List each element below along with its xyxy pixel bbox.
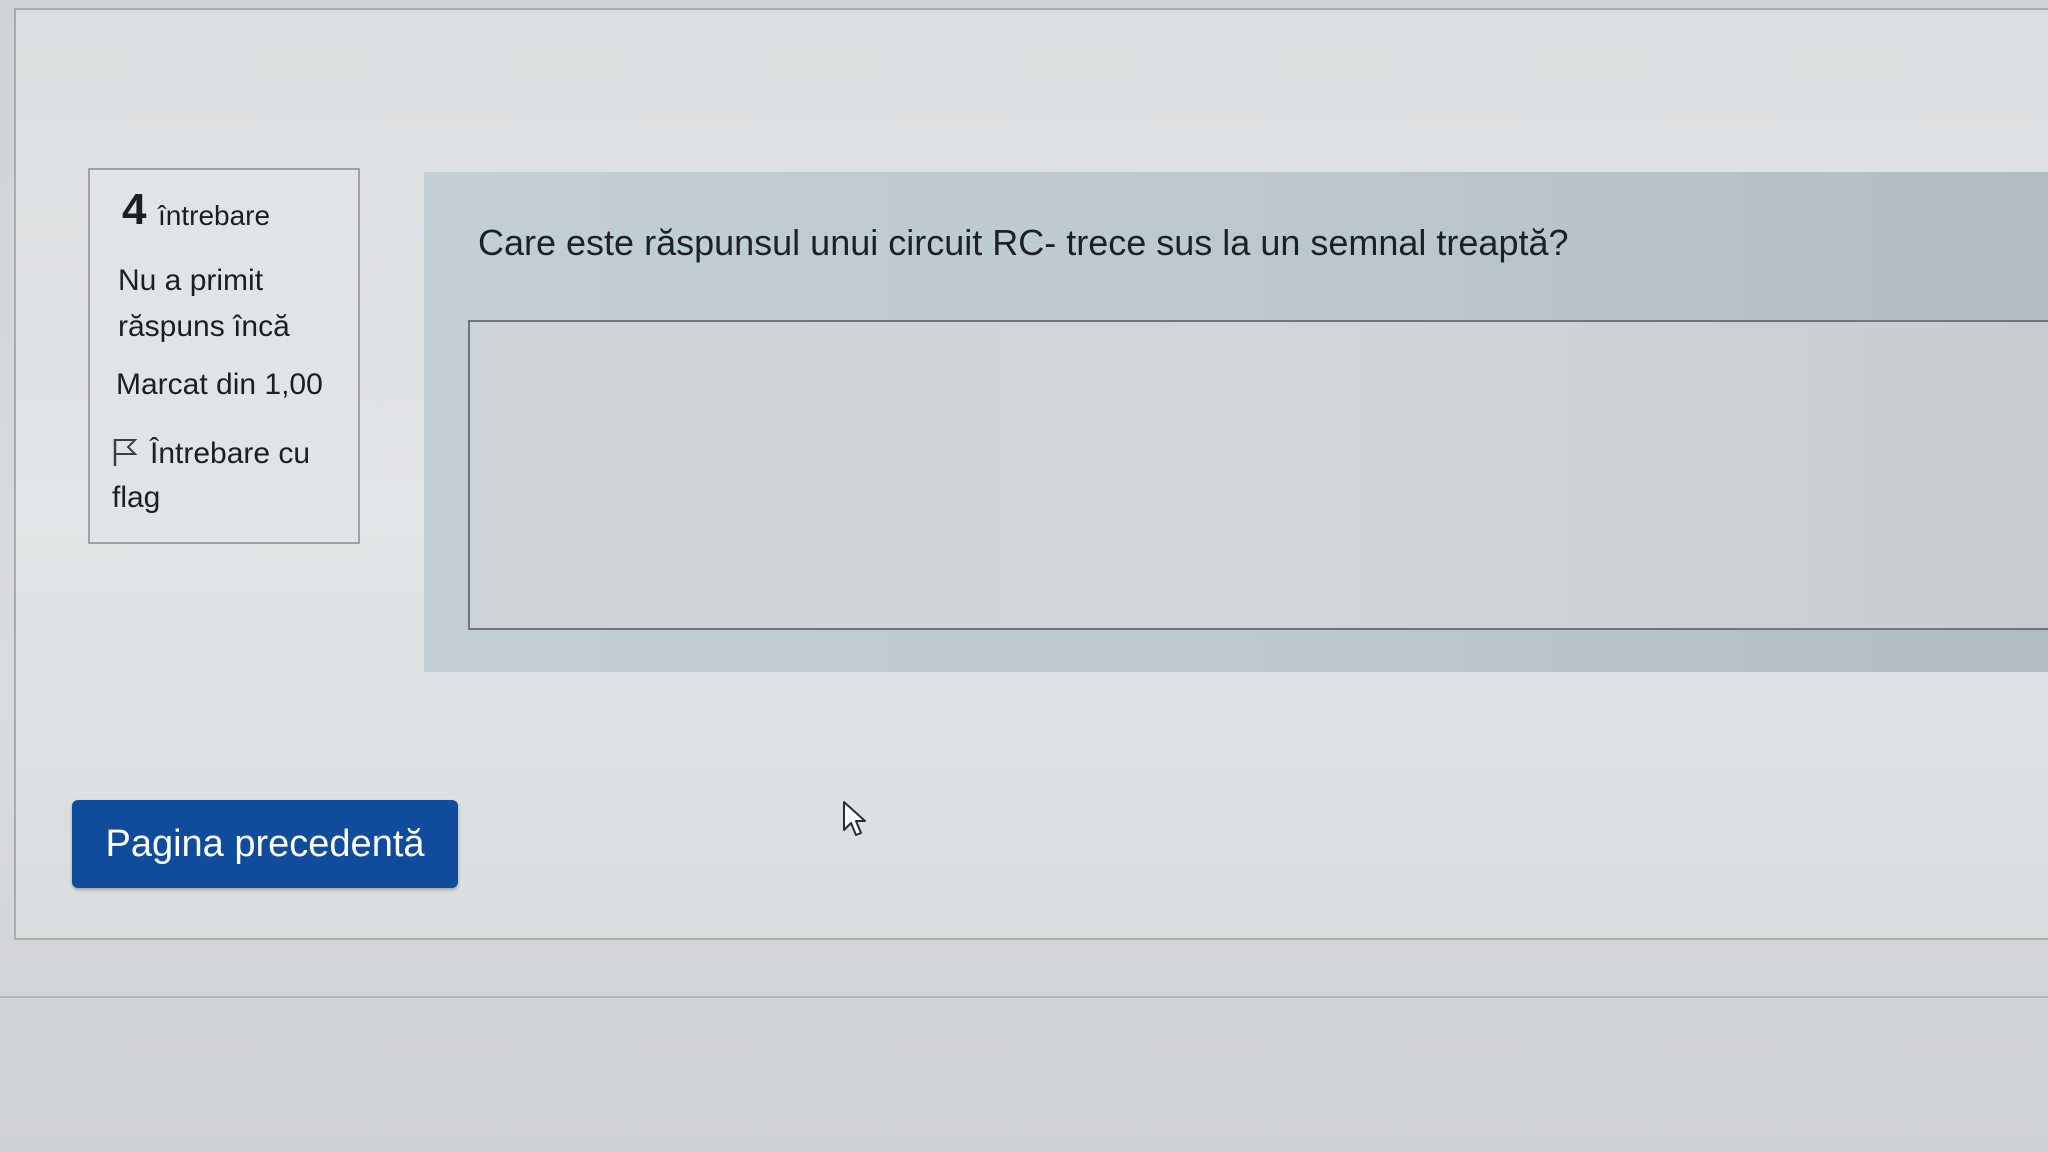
flag-icon [113,439,138,466]
question-state: Nu a primit răspuns încă [118,264,290,343]
answer-textarea[interactable] [468,320,2048,630]
mouse-pointer-icon [843,801,866,836]
flag-question-label: Întrebare cu flag [112,437,311,514]
question-number: 4 [122,185,147,234]
question-text: Care este răspunsul unui circuit RC- tre… [478,222,1569,263]
question-panel: Care este răspunsul unui circuit RC- tre… [424,172,2048,672]
previous-page-button[interactable]: Pagina precedentă [72,800,458,888]
question-info-box: 4 întrebare Nu a primit răspuns încă Mar… [88,168,360,544]
footer-divider [0,996,2048,998]
flag-question-link[interactable]: Întrebare cu flag [112,432,352,520]
quiz-page: 4 întrebare Nu a primit răspuns încă Mar… [0,0,2048,1152]
question-grade: Marcat din 1,00 [116,368,323,401]
question-label: întrebare [158,200,271,231]
